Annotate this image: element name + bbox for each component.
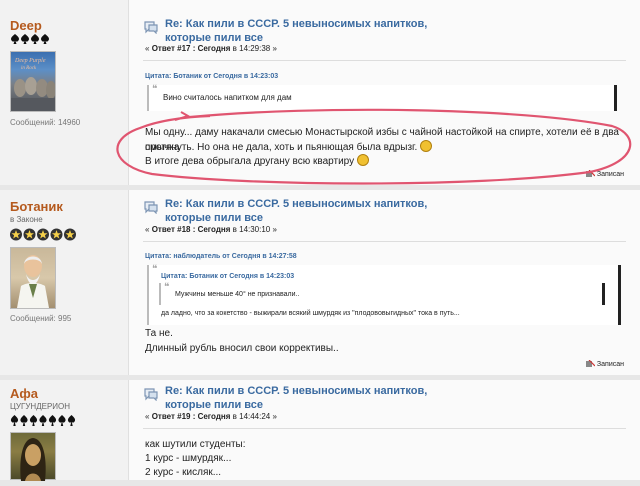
author-name[interactable]: Ботаник	[10, 199, 63, 214]
post-text-line: Длинный рубль вносил свои коррективы..	[145, 343, 339, 354]
quote-text: да ладно, что за кокетство - выжирали вс…	[161, 310, 460, 317]
rank-spades	[10, 415, 78, 426]
divider	[143, 428, 626, 429]
topic-icon	[144, 201, 158, 214]
post-meta: « Ответ #18 : Сегодня в 14:30:10 »	[145, 225, 277, 234]
post-meta: « Ответ #19 : Сегодня в 14:44:24 »	[145, 412, 277, 421]
post-body: Re: Как пили в СССР. 5 невыносимых напит…	[128, 380, 640, 480]
post-body: Re: Как пили в СССР. 5 невыносимых напит…	[128, 190, 640, 375]
record-status: Записан	[585, 360, 624, 368]
divider	[143, 241, 626, 242]
poster-info: Ботаник в Законе Сообщений: 995	[0, 190, 128, 375]
inner-quote-block: ❝ Мужчины меньше 40° не признавали..	[159, 282, 605, 305]
posts-count: Сообщений: 995	[10, 314, 72, 323]
member-group: ЦУГУНДЕРИОН	[10, 402, 71, 411]
forum-post: Афа ЦУГУНДЕРИОН Re: Как пили в СССР. 5 н…	[0, 380, 640, 481]
forum-post: Ботаник в Законе Сообщений: 995 Re: Как …	[0, 190, 640, 375]
post-title[interactable]: Re: Как пили в СССР. 5 невыносимых напит…	[165, 384, 427, 412]
quote-header[interactable]: Цитата: наблюдатель от Сегодня в 14:27:5…	[145, 253, 297, 260]
spade-icon	[10, 415, 76, 426]
quote-mark-icon: ❝	[164, 282, 170, 293]
avatar	[10, 432, 56, 481]
post-text-line: 1 курс - шмурдяк...	[145, 453, 232, 464]
post-text-line: 2 курс - кисляк...	[145, 467, 222, 478]
inner-quote-header[interactable]: Цитата: Ботаник от Сегодня в 14:23:03	[161, 273, 294, 280]
poster-info: Афа ЦУГУНДЕРИОН	[0, 380, 128, 481]
post-text-line: Та не.	[145, 328, 173, 339]
star-icon	[10, 228, 76, 241]
quote-block: ❝ Цитата: Ботаник от Сегодня в 14:23:03 …	[147, 264, 621, 325]
rank-stars	[10, 228, 76, 241]
record-icon	[585, 360, 595, 367]
reply-number[interactable]: Ответ #19 : Сегодня	[152, 412, 231, 421]
inner-quote-text: Мужчины меньше 40° не признавали..	[175, 291, 300, 298]
reply-number[interactable]: Ответ #18 : Сегодня	[152, 225, 231, 234]
post-text-line: как шутили студенты:	[145, 439, 246, 450]
author-name[interactable]: Афа	[10, 386, 38, 401]
quote-mark-icon: ❝	[152, 264, 158, 275]
member-group: в Законе	[10, 215, 43, 224]
topic-icon	[144, 388, 158, 401]
avatar	[10, 247, 56, 309]
post-title[interactable]: Re: Как пили в СССР. 5 невыносимых напит…	[165, 197, 427, 225]
